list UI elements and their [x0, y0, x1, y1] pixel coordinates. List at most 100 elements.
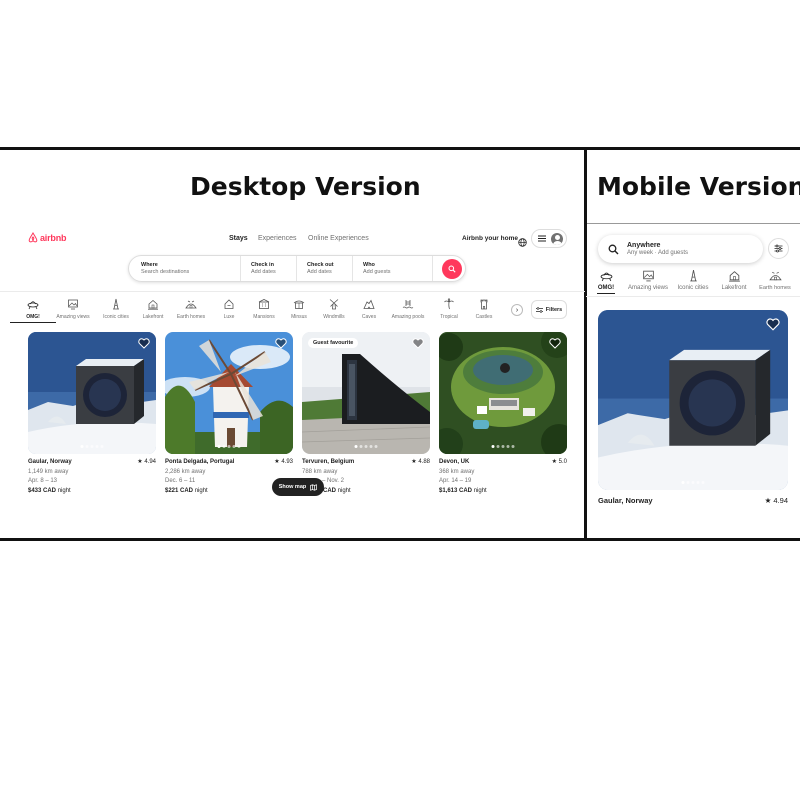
- show-map-label: Show map: [278, 484, 307, 490]
- mobile-listing-photo[interactable]: [598, 310, 788, 490]
- filters-icon: [774, 244, 783, 253]
- category-amazing-pools[interactable]: Amazing pools: [385, 298, 431, 320]
- who-field[interactable]: Who Add guests: [353, 256, 433, 281]
- user-menu-button[interactable]: [531, 229, 567, 248]
- heart-icon[interactable]: [138, 338, 150, 349]
- filters-button[interactable]: Filters: [531, 300, 567, 319]
- frame-bottom-border: [0, 538, 800, 541]
- listing-photo[interactable]: [28, 332, 156, 454]
- listing-price: $1,613 CAD night: [439, 487, 567, 497]
- nav-stays[interactable]: Stays: [229, 235, 248, 242]
- search-icon: [608, 244, 619, 254]
- category-castles[interactable]: Castles: [461, 298, 507, 320]
- mobile-category-earth-homes[interactable]: Earth homes: [747, 269, 800, 291]
- frame-center-divider: [584, 147, 587, 541]
- airbnb-wordmark: airbnb: [40, 232, 67, 243]
- listing-location: Devon, UK: [439, 459, 470, 465]
- frame-top-border: [0, 147, 800, 150]
- listing-dates: Apr. 8 – 13: [28, 478, 58, 484]
- search-icon: [448, 265, 456, 273]
- price-amount: $433 CAD: [28, 487, 57, 494]
- castle-icon: [480, 299, 488, 310]
- listing-distance: 1,149 km away: [28, 468, 69, 475]
- price-amount: CAD: [323, 487, 336, 494]
- mobile-title-underline: [587, 223, 800, 224]
- filters-icon: [535, 306, 543, 313]
- mobile-search-title: Anywhere: [627, 242, 661, 249]
- who-value: Add guests: [363, 269, 391, 275]
- check-out-field[interactable]: Check out Add dates: [297, 256, 353, 281]
- heart-icon[interactable]: [412, 338, 424, 349]
- desktop-search-bar[interactable]: Where Search destinations Check in Add d…: [128, 255, 466, 282]
- category-label: OMG!: [597, 285, 615, 291]
- category-label: Tropical: [440, 314, 458, 320]
- category-label: Iconic cities: [103, 314, 129, 320]
- luxe-house-icon: [224, 299, 234, 309]
- chevron-right-icon: ›: [515, 306, 519, 314]
- star-icon: ★: [551, 459, 557, 465]
- listing-rating: ★ 5.0: [552, 458, 567, 468]
- photo-pagination-dots: [681, 481, 705, 484]
- listing-card[interactable]: Devon, UK ★ 5.0 368 km away Apr. 14 – 19…: [439, 332, 567, 496]
- heart-icon[interactable]: [275, 338, 287, 349]
- photo-pagination-dots: [80, 445, 104, 448]
- check-in-label: Check in: [251, 262, 274, 268]
- listing-card[interactable]: Ponta Delgada, Portugal ★ 4.93 2,286 km …: [165, 332, 293, 496]
- category-label: Lakefront: [142, 314, 164, 320]
- mobile-filters-button[interactable]: [768, 238, 789, 259]
- airbnb-logo[interactable]: airbnb: [28, 232, 67, 243]
- category-label: Lakefront: [721, 285, 747, 291]
- listing-card[interactable]: Gaular, Norway ★ 4.94 1,149 km away Apr.…: [28, 332, 156, 496]
- check-in-field[interactable]: Check in Add dates: [241, 256, 297, 281]
- picture-frame-icon: [642, 270, 654, 282]
- tower-icon: [113, 298, 119, 310]
- where-input[interactable]: Search destinations: [141, 269, 240, 275]
- mobile-search-bar[interactable]: Anywhere Any week · Add guests: [598, 235, 763, 263]
- rating-value: 5.0: [558, 459, 567, 465]
- rating-value: 4.88: [418, 459, 430, 465]
- search-button[interactable]: [442, 259, 462, 279]
- mobile-search-subtitle: Any week · Add guests: [627, 250, 689, 256]
- category-label: Iconic cities: [677, 285, 709, 291]
- tower-icon: [689, 269, 697, 282]
- globe-icon[interactable]: [518, 234, 527, 252]
- category-amazing-views[interactable]: Amazing views: [50, 298, 96, 320]
- mobile-listing-card[interactable]: Gaular, Norway ★ 4.94: [598, 310, 788, 505]
- star-icon: ★: [274, 459, 280, 465]
- avatar: [551, 232, 563, 245]
- category-next-button[interactable]: ›: [511, 304, 523, 316]
- map-icon: [310, 483, 318, 491]
- where-field[interactable]: Where Search destinations: [129, 256, 241, 281]
- category-label: Minsus: [291, 314, 307, 320]
- category-label: Amazing pools: [391, 314, 425, 320]
- airbnb-logo-icon: [28, 232, 38, 243]
- heart-icon[interactable]: [549, 338, 561, 349]
- hamburger-icon: [538, 235, 546, 242]
- ufo-icon: [27, 301, 39, 310]
- listing-rating: ★ 4.93: [274, 458, 293, 468]
- mobile-listing-location: Gaular, Norway: [598, 496, 653, 505]
- photo-pagination-dots: [217, 445, 241, 448]
- nav-online-experiences[interactable]: Online Experiences: [308, 235, 369, 242]
- photo-pagination-dots: [491, 445, 515, 448]
- category-label: Castles: [475, 314, 493, 320]
- show-map-button[interactable]: Show map: [272, 478, 324, 496]
- listing-dates: Apr. 14 – 19: [439, 478, 472, 484]
- photo-pagination-dots: [354, 445, 378, 448]
- heart-icon[interactable]: [766, 318, 780, 331]
- airbnb-your-home-link[interactable]: Airbnb your home: [462, 235, 518, 242]
- star-icon: ★: [137, 459, 143, 465]
- nav-experiences[interactable]: Experiences: [258, 235, 297, 242]
- listing-card[interactable]: Guest favourite Tervuren, Belgium ★ 4.88…: [302, 332, 430, 496]
- price-amount: $1,613 CAD: [439, 487, 473, 494]
- where-label: Where: [141, 262, 158, 268]
- mansion-icon: [258, 299, 270, 309]
- price-unit: night: [194, 487, 208, 494]
- listing-photo[interactable]: [439, 332, 567, 454]
- price-unit: night: [473, 487, 487, 494]
- listing-distance: 368 km away: [439, 468, 475, 475]
- listing-photo[interactable]: [165, 332, 293, 454]
- price-unit: night: [337, 487, 351, 494]
- desktop-version-title: Desktop Version: [190, 172, 421, 201]
- listing-photo[interactable]: Guest favourite: [302, 332, 430, 454]
